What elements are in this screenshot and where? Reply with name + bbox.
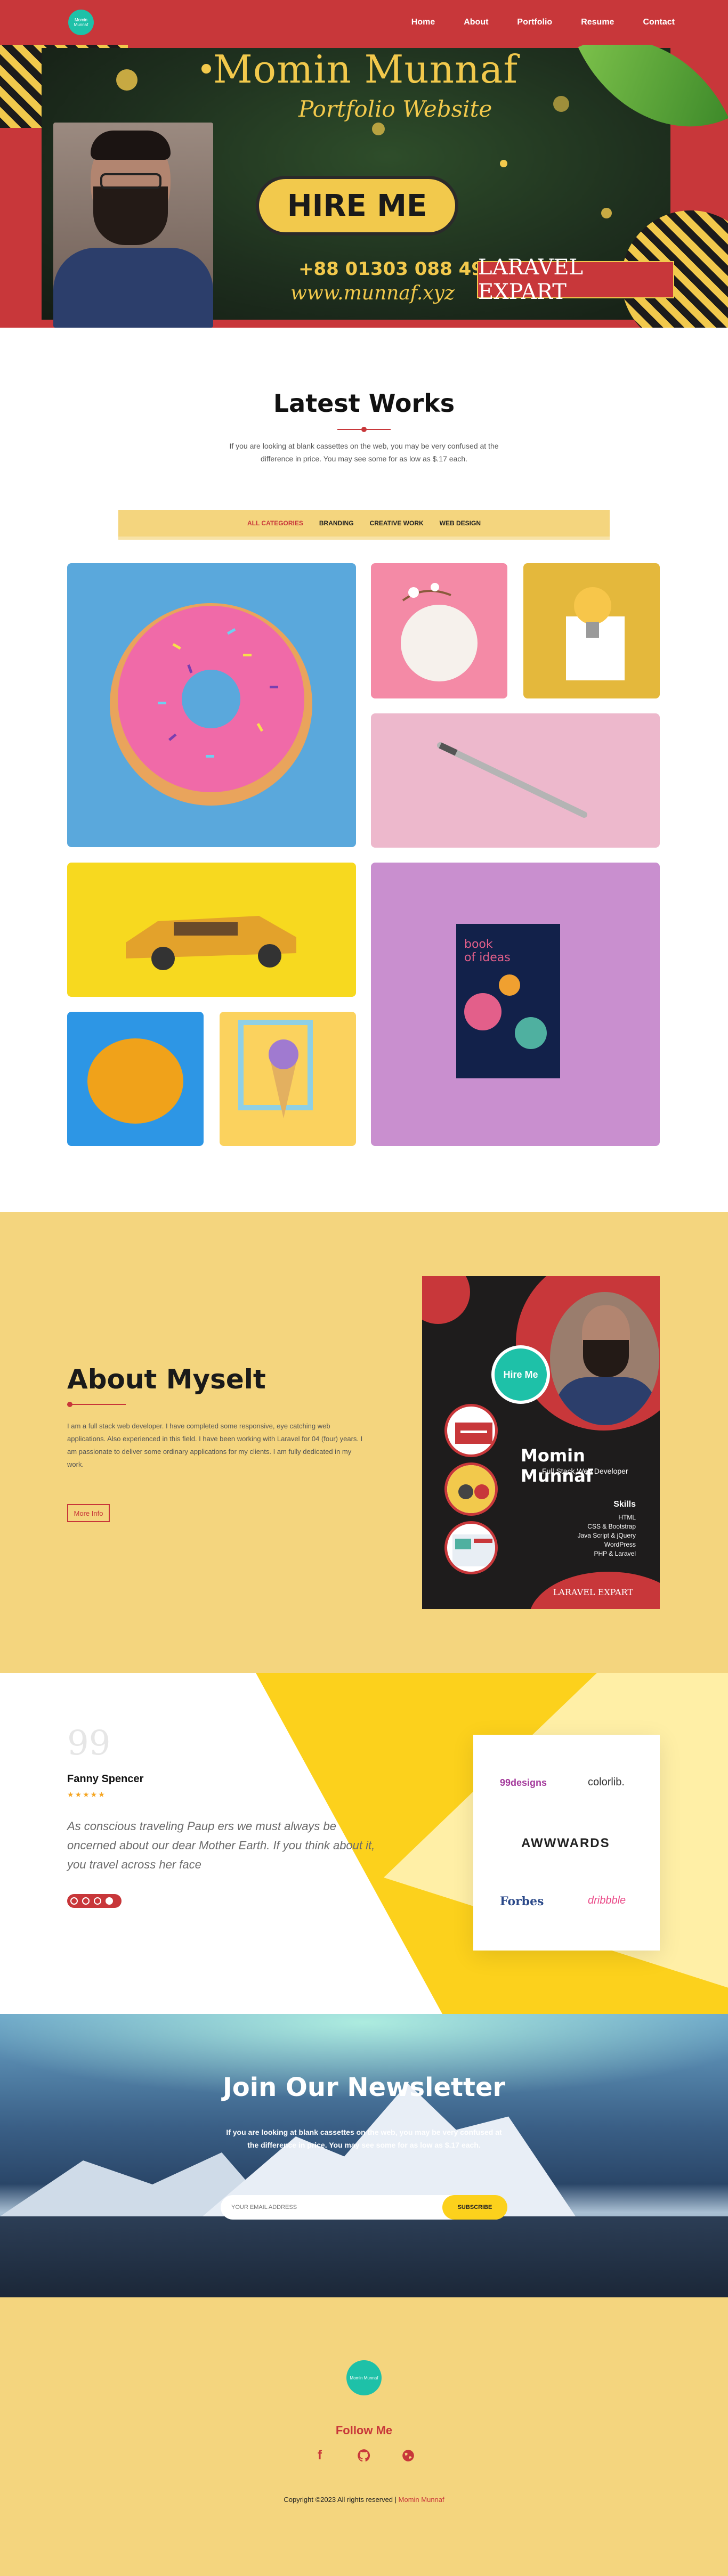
work-tile-toy-car[interactable] [67, 863, 356, 997]
client-forbes: Forbes [500, 1895, 544, 1908]
nav-contact[interactable]: Contact [643, 18, 675, 27]
client-dribbble: dribbble [588, 1895, 626, 1906]
svg-text:of ideas: of ideas [464, 951, 511, 964]
works-title: Latest Works [273, 389, 455, 418]
profile-card: Hire Me Momin Munnaf Full Stack Web Deve… [422, 1276, 660, 1609]
works-filter-bar: ALL CATEGORIES BRANDING CREATIVE WORK WE… [118, 510, 610, 540]
about-title: About Myselt [67, 1364, 266, 1395]
hero-subtitle: Portfolio Website [298, 96, 492, 122]
card-profile-photo [550, 1292, 659, 1425]
footer-logo[interactable]: Momin Munnaf [346, 2360, 382, 2395]
nav-home[interactable]: Home [411, 18, 435, 27]
hire-me-button[interactable]: HIRE ME [256, 176, 458, 235]
card-badge: LARAVEL EXPART [553, 1587, 633, 1597]
top-navbar: Momin Munnaf Home About Portfolio Resume… [0, 0, 728, 45]
copyright-author-link[interactable]: Momin Munnaf [397, 2496, 444, 2504]
svg-text:book: book [464, 938, 493, 951]
hero-phone: +88 01303 088 494 [298, 258, 497, 280]
hero-website: www.munnaf.xyz [290, 282, 455, 304]
nav-portfolio[interactable]: Portfolio [517, 18, 552, 27]
newsletter-description: If you are looking at blank cassettes on… [226, 2128, 502, 2149]
work-tile-plate[interactable] [371, 563, 507, 698]
client-awwwards: AWWWARDS [521, 1836, 610, 1850]
nav-resume[interactable]: Resume [581, 18, 614, 27]
card-skills-list: HTML CSS & Bootstrap Java Script & jQuer… [578, 1513, 636, 1558]
work-tile-orange[interactable] [67, 1012, 204, 1146]
about-divider [67, 1402, 126, 1407]
copyright-text: Copyright ©2023 All rights reserved | [284, 2496, 397, 2504]
carousel-dot[interactable] [70, 1897, 78, 1905]
follow-me-label: Follow Me [335, 2424, 393, 2437]
latest-works-section: Latest Works If you are looking at blank… [0, 328, 728, 1212]
newsletter-title: Join Our Newsletter [222, 2073, 506, 2102]
subscribe-button[interactable]: SUBSCRIBE [442, 2195, 507, 2220]
card-name: Momin Munnaf [521, 1445, 593, 1486]
card-thumb-3 [444, 1521, 498, 1574]
work-tile-ice-cream[interactable] [220, 1012, 356, 1146]
email-input[interactable] [221, 2204, 442, 2211]
works-description: If you are looking at blank cassettes on… [229, 442, 499, 463]
newsletter-section: Join Our Newsletter If you are looking a… [0, 2014, 728, 2297]
logo[interactable]: Momin Munnaf [68, 10, 94, 35]
globe-icon[interactable] [399, 2447, 417, 2465]
hero-banner: Momin Munnaf Portfolio Website HIRE ME +… [0, 0, 728, 328]
card-skills-title: Skills [613, 1500, 636, 1509]
filter-branding[interactable]: BRANDING [319, 519, 354, 527]
work-tile-pen[interactable] [371, 713, 660, 848]
carousel-dot[interactable] [94, 1897, 101, 1905]
clients-box: 99designs colorlib. AWWWARDS Forbes drib… [473, 1735, 660, 1951]
carousel-dot[interactable] [82, 1897, 90, 1905]
about-section: About Myselt I am a full stack web devel… [0, 1212, 728, 1673]
work-tile-bulb[interactable] [523, 563, 660, 698]
filter-web-design[interactable]: WEB DESIGN [440, 519, 481, 527]
skill-item: CSS & Bootstrap [587, 1523, 636, 1530]
filter-all[interactable]: ALL CATEGORIES [247, 519, 303, 527]
skill-item: PHP & Laravel [594, 1550, 636, 1557]
work-tile-donut[interactable] [67, 563, 356, 847]
skill-item: Java Script & jQuery [577, 1532, 636, 1539]
work-tile-book[interactable]: book of ideas [371, 863, 660, 1146]
card-thumb-2 [444, 1462, 498, 1516]
copyright: Copyright ©2023 All rights reserved | Mo… [0, 2496, 728, 2504]
newsletter-form: SUBSCRIBE [221, 2195, 507, 2220]
card-thumb-1 [444, 1404, 498, 1457]
social-links: f [311, 2447, 417, 2465]
about-text: I am a full stack web developer. I have … [67, 1422, 363, 1468]
facebook-icon[interactable]: f [311, 2447, 329, 2465]
card-hire-badge[interactable]: Hire Me [491, 1345, 550, 1404]
more-info-button[interactable]: More Info [67, 1504, 110, 1522]
nav-about[interactable]: About [464, 18, 488, 27]
card-role: Full Stack Web Developer [542, 1467, 628, 1475]
filter-creative[interactable]: CREATIVE WORK [370, 519, 424, 527]
hero-title: Momin Munnaf [213, 47, 519, 92]
skill-item: HTML [618, 1514, 636, 1521]
testimonial-name: Fanny Spencer [67, 1773, 144, 1785]
testimonial-text: As conscious traveling Paup ers we must … [67, 1819, 375, 1871]
client-colorlib: colorlib. [588, 1776, 625, 1788]
carousel-dot-active[interactable] [106, 1897, 113, 1905]
hero-badge: LARAVEL EXPART [477, 255, 674, 304]
carousel-dots [67, 1894, 122, 1908]
github-icon[interactable] [355, 2447, 373, 2465]
client-99designs: 99designs [500, 1777, 547, 1788]
hero-profile-photo [53, 123, 213, 328]
testimonial-section: 99 Fanny Spencer ★★★★★ As conscious trav… [0, 1673, 728, 2014]
skill-item: WordPress [604, 1541, 636, 1548]
works-divider [337, 427, 391, 432]
footer: Momin Munnaf Follow Me f Copyright ©2023… [0, 2297, 728, 2576]
rating-stars-icon: ★★★★★ [67, 1790, 106, 1799]
quote-icon: 99 [67, 1724, 111, 1763]
nav-links: Home About Portfolio Resume Contact [411, 18, 675, 27]
